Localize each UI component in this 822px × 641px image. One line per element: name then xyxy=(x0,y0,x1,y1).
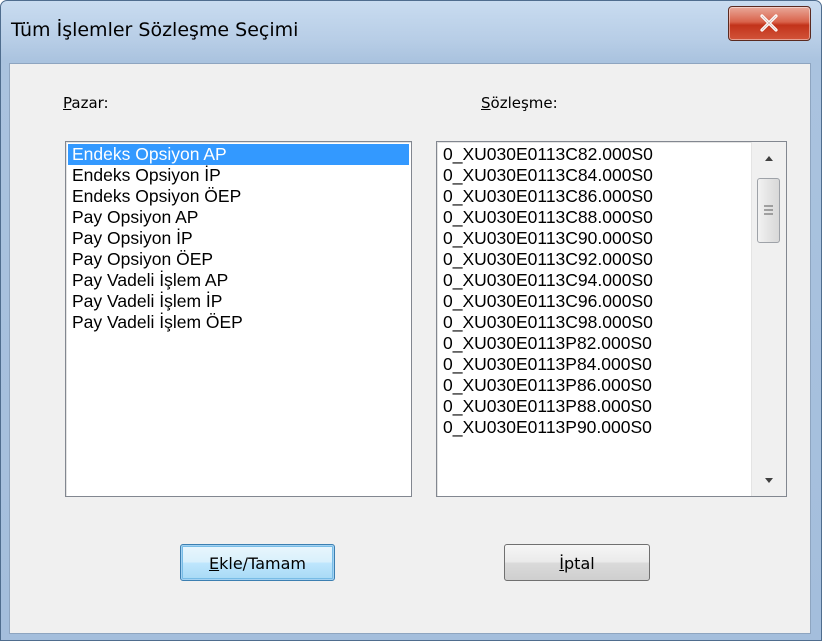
dialog-client-area: Pazar: Sözleşme: Endeks Opsiyon AP Endeks… xyxy=(9,63,811,634)
dialog-window: Tüm İşlemler Sözleşme Seçimi Pazar: Sözl… xyxy=(0,0,822,641)
pazar-list-item[interactable]: Pay Vadeli İşlem AP xyxy=(68,270,409,291)
sozlesme-list-item[interactable]: 0_XU030E0113C82.000S0 xyxy=(439,144,750,165)
sozlesme-list-item[interactable]: 0_XU030E0113C84.000S0 xyxy=(439,165,750,186)
sozlesme-list-item[interactable]: 0_XU030E0113C88.000S0 xyxy=(439,207,750,228)
sozlesme-list-item[interactable]: 0_XU030E0113P86.000S0 xyxy=(439,375,750,396)
pazar-label: Pazar: xyxy=(63,94,109,112)
pazar-list-item[interactable]: Pay Opsiyon AP xyxy=(68,207,409,228)
pazar-list-item[interactable]: Pay Vadeli İşlem ÖEP xyxy=(68,312,409,333)
pazar-list-items: Endeks Opsiyon AP Endeks Opsiyon İP Endeks… xyxy=(68,144,409,333)
sozlesme-list-item[interactable]: 0_XU030E0113C98.000S0 xyxy=(439,312,750,333)
sozlesme-listbox[interactable]: 0_XU030E0113C82.000S0 0_XU030E0113C84.000… xyxy=(436,141,787,497)
scroll-up-button[interactable] xyxy=(752,142,786,172)
sozlesme-list-item[interactable]: 0_XU030E0113C96.000S0 xyxy=(439,291,750,312)
iptal-button[interactable]: İptal xyxy=(504,544,650,581)
title-bar[interactable]: Tüm İşlemler Sözleşme Seçimi xyxy=(1,1,821,61)
pazar-listbox[interactable]: Endeks Opsiyon AP Endeks Opsiyon İP Endeks… xyxy=(65,141,412,497)
sozlesme-label: Sözleşme: xyxy=(481,94,558,112)
grip-icon xyxy=(764,205,773,215)
scroll-thumb[interactable] xyxy=(757,178,780,243)
window-title: Tüm İşlemler Sözleşme Seçimi xyxy=(11,19,299,41)
sozlesme-list-item[interactable]: 0_XU030E0113C90.000S0 xyxy=(439,228,750,249)
sozlesme-list-item[interactable]: 0_XU030E0113P84.000S0 xyxy=(439,354,750,375)
pazar-list-item[interactable]: Endeks Opsiyon AP xyxy=(68,144,409,165)
sozlesme-list-item[interactable]: 0_XU030E0113P82.000S0 xyxy=(439,333,750,354)
ekle-tamam-button[interactable]: Ekle/Tamam xyxy=(180,544,335,581)
sozlesme-list-item[interactable]: 0_XU030E0113C92.000S0 xyxy=(439,249,750,270)
arrow-down-icon xyxy=(765,478,773,483)
scroll-down-button[interactable] xyxy=(752,466,786,496)
pazar-list-item[interactable]: Pay Vadeli İşlem İP xyxy=(68,291,409,312)
sozlesme-list-item[interactable]: 0_XU030E0113P90.000S0 xyxy=(439,417,750,438)
pazar-list-item[interactable]: Endeks Opsiyon İP xyxy=(68,165,409,186)
arrow-up-icon xyxy=(765,156,773,161)
sozlesme-scrollbar[interactable] xyxy=(751,142,786,496)
sozlesme-list-item[interactable]: 0_XU030E0113P88.000S0 xyxy=(439,396,750,417)
close-button[interactable] xyxy=(728,6,811,41)
pazar-list-item[interactable]: Endeks Opsiyon ÖEP xyxy=(68,186,409,207)
sozlesme-list-item[interactable]: 0_XU030E0113C86.000S0 xyxy=(439,186,750,207)
pazar-list-item[interactable]: Pay Opsiyon İP xyxy=(68,228,409,249)
pazar-list-item[interactable]: Pay Opsiyon ÖEP xyxy=(68,249,409,270)
sozlesme-list-items: 0_XU030E0113C82.000S0 0_XU030E0113C84.000… xyxy=(439,144,750,438)
sozlesme-list-item[interactable]: 0_XU030E0113C94.000S0 xyxy=(439,270,750,291)
close-x-icon xyxy=(760,14,778,32)
